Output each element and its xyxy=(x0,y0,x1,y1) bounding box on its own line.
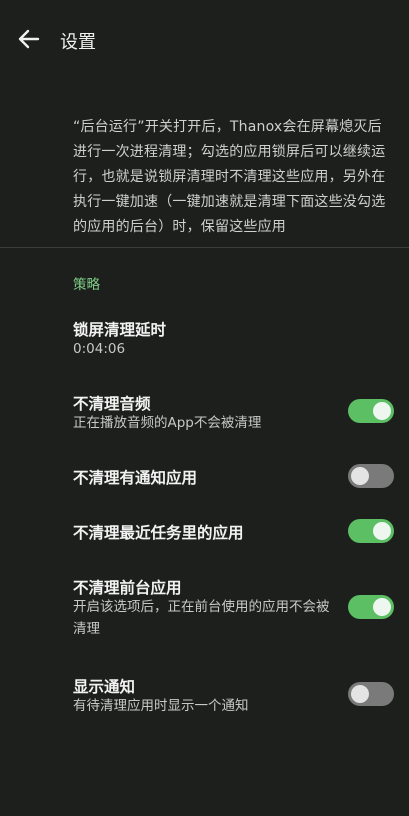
section-header-strategy: 策略 xyxy=(73,277,100,293)
setting-lock-delay[interactable]: 锁屏清理延时 0:04:06 xyxy=(0,300,409,370)
setting-title: 不清理前台应用 xyxy=(73,579,182,597)
setting-no-audio[interactable]: 不清理音频 正在播放音频的App不会被清理 xyxy=(0,380,409,442)
setting-subtitle: 正在播放音频的App不会被清理 xyxy=(73,415,262,431)
setting-show-notification[interactable]: 显示通知 有待清理应用时显示一个通知 xyxy=(0,665,409,725)
divider xyxy=(0,247,409,248)
setting-subtitle: 开启该选项后，正在前台使用的应用不会被清理 xyxy=(73,599,330,637)
no-audio-toggle[interactable] xyxy=(348,399,394,423)
page-title: 设置 xyxy=(60,32,96,53)
no-foreground-toggle[interactable] xyxy=(348,595,394,619)
no-notification-toggle[interactable] xyxy=(348,464,394,488)
setting-no-recent[interactable]: 不清理最近任务里的应用 xyxy=(0,507,409,557)
back-arrow-icon[interactable] xyxy=(14,24,44,54)
no-recent-toggle[interactable] xyxy=(348,519,394,543)
show-notification-toggle[interactable] xyxy=(348,682,394,706)
setting-title: 锁屏清理延时 xyxy=(73,321,167,339)
setting-subtitle: 有待清理应用时显示一个通知 xyxy=(73,698,249,714)
setting-title: 不清理音频 xyxy=(73,395,151,413)
description-text: “后台运行”开关打开后，Thanox会在屏幕熄灭后进行一次进程清理；勾选的应用锁… xyxy=(73,119,386,235)
setting-value: 0:04:06 xyxy=(73,341,126,357)
app-bar: 设置 xyxy=(0,0,409,80)
setting-no-foreground[interactable]: 不清理前台应用 开启该选项后，正在前台使用的应用不会被清理 xyxy=(0,565,409,655)
setting-title: 显示通知 xyxy=(73,678,136,696)
setting-title: 不清理有通知应用 xyxy=(73,469,198,487)
setting-title: 不清理最近任务里的应用 xyxy=(73,524,244,542)
setting-no-notification[interactable]: 不清理有通知应用 xyxy=(0,452,409,502)
